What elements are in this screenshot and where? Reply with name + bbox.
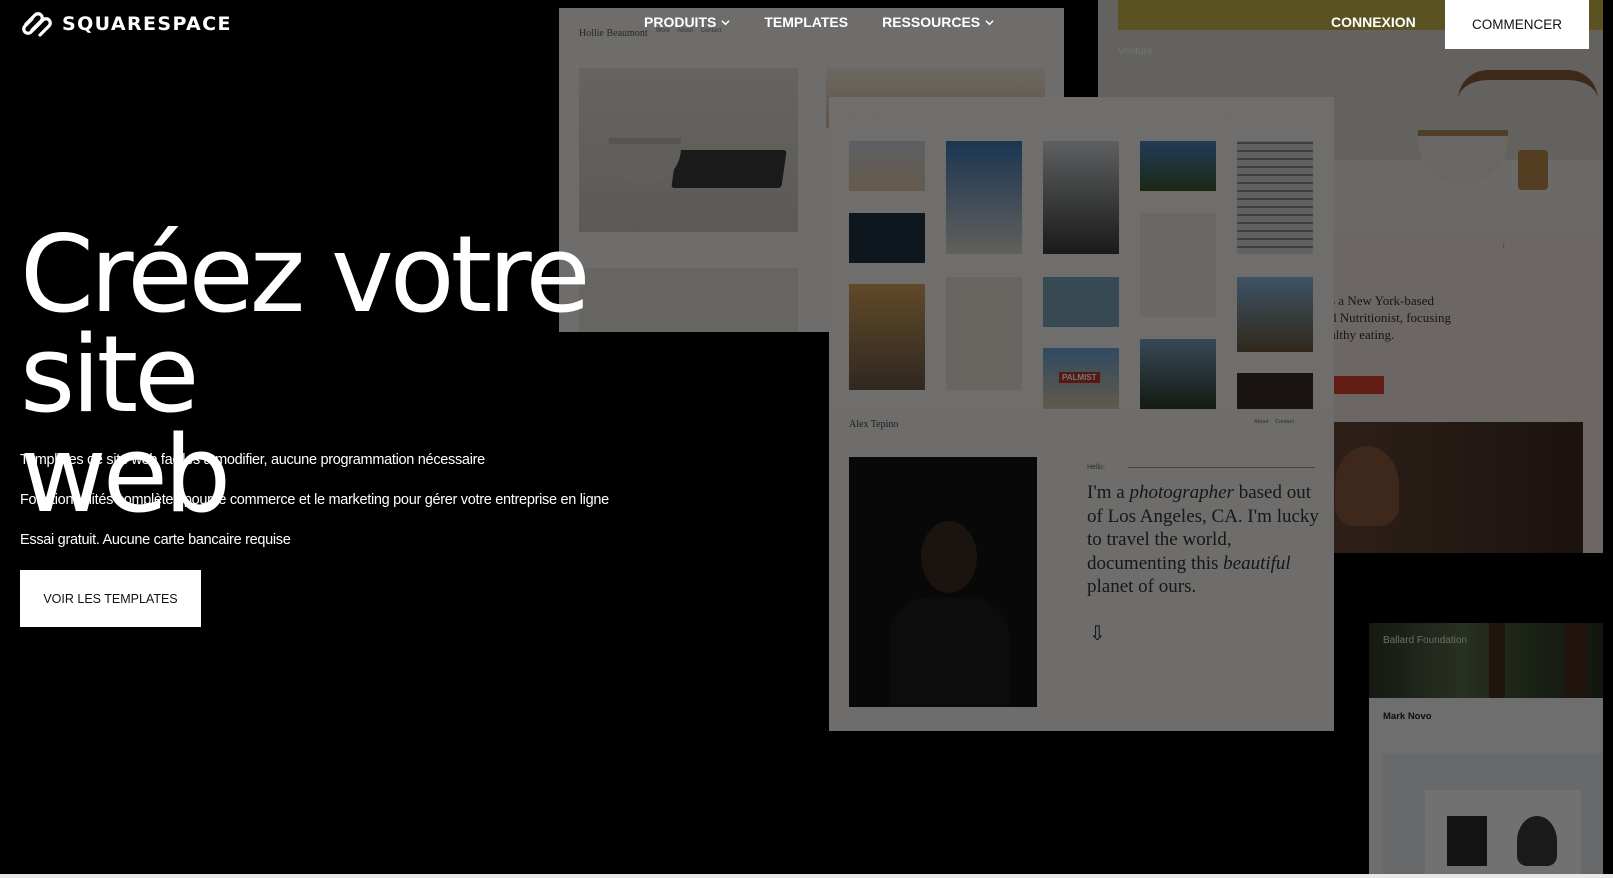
arrow-down-icon: ⇩ [1089, 623, 1106, 645]
portrait-photo [849, 457, 1037, 707]
bio-text: I'm a photographer based out of Los Ange… [1087, 481, 1322, 599]
photo-tile [1043, 277, 1119, 327]
bio-part: I'm a [1087, 482, 1130, 503]
cup-image [1518, 150, 1548, 190]
nav-label: TEMPLATES [764, 14, 849, 30]
nav-item-produits[interactable]: PRODUITS [644, 14, 730, 30]
portrait-body [889, 597, 1009, 707]
squarespace-logo[interactable]: SQUARESPACE [20, 10, 232, 38]
nutritionist-intro: s a New York-based d Nutritionist, focus… [1330, 292, 1451, 343]
chevron-down-icon [985, 19, 994, 25]
bio-emphasis: beautiful [1223, 552, 1291, 574]
main-nav: PRODUITS TEMPLATES RESSOURCES [644, 14, 994, 30]
template-nav: About Contact [1254, 419, 1294, 425]
photo-tile [1140, 339, 1216, 409]
tree-trunk [1565, 623, 1587, 698]
photo-tile [1140, 141, 1216, 191]
template-logo: · · · · · · · · [849, 113, 892, 119]
bio-part: planet of ours. [1087, 576, 1197, 597]
intro-line: s a New York-based [1330, 293, 1434, 308]
view-templates-button[interactable]: VOIR LES TEMPLATES [20, 570, 201, 627]
consultation-button [1330, 376, 1384, 394]
chair-image [1458, 70, 1598, 100]
photo-tile [849, 284, 925, 390]
hero-title-line: Créez votre site [20, 213, 591, 436]
photo-tile [1043, 141, 1119, 254]
template-name: Alex Tepino [849, 419, 899, 430]
feature-item: Essai gratuit. Aucune carte bancaire req… [20, 532, 291, 548]
squarespace-logo-icon [22, 12, 52, 37]
photo-tile: PALMIST [1043, 348, 1119, 409]
divider [1128, 467, 1315, 468]
nav-links: · · · ◦ ƒ ◦ [1470, 244, 1514, 250]
photo-tile [1237, 141, 1313, 254]
photo-tile [849, 213, 925, 263]
template-preview-ballard-foundation: Ballard Foundation Mark Novo [1369, 623, 1603, 878]
nav-item-templates[interactable]: TEMPLATES [764, 14, 848, 30]
template-preview-alex-tepino: Alex Tepino About Contact Hello, I'm a p… [829, 409, 1334, 731]
book-image [1447, 816, 1487, 866]
intro-line: althy eating. [1330, 327, 1395, 342]
brand-name: SQUARESPACE [62, 13, 232, 35]
photo-tile [1237, 373, 1313, 409]
bio-emphasis: photographer [1129, 482, 1234, 503]
bowl-shape [609, 138, 681, 184]
feature-list: Templates de site web faciles à modifier… [20, 452, 609, 572]
nav-label: RESSOURCES [882, 14, 981, 30]
template-preview-photo-grid: · · · · · · · · · · · ◦ PALMIST [829, 97, 1334, 409]
photo-tile [946, 277, 1022, 390]
photo-tile [1237, 277, 1313, 352]
nav-label: PRODUITS [644, 14, 717, 30]
page-bottom-edge [0, 874, 1613, 878]
login-link[interactable]: CONNEXION [1331, 14, 1416, 30]
portrait-person [1335, 446, 1399, 526]
template-name: Ballard Foundation [1383, 635, 1467, 646]
feature-item: Fonctionnalités complètes pour le commer… [20, 492, 609, 508]
get-started-button[interactable]: COMMENCER [1445, 0, 1589, 49]
plate-shape [671, 150, 787, 188]
bowl-image [579, 68, 798, 232]
chevron-down-icon [721, 19, 730, 25]
tree-trunk [1489, 623, 1505, 698]
photo-tile [849, 141, 925, 191]
photo-tile [946, 141, 1022, 254]
book-image [1517, 816, 1557, 866]
template-name: Ventura [1118, 46, 1153, 57]
feature-item: Templates de site web faciles à modifier… [20, 452, 485, 468]
template-nav: · · · ◦ [1179, 113, 1232, 119]
palmist-sign: PALMIST [1059, 372, 1100, 383]
person-name: Mark Novo [1383, 711, 1432, 722]
template-preview-nutritionist: · · · ◦ ƒ ◦ s a New York-based d Nutriti… [1300, 230, 1603, 553]
template-name: Hollie Beaumont [579, 28, 648, 39]
intro-line: d Nutritionist, focusing [1330, 310, 1451, 325]
portrait-head [921, 521, 977, 593]
photo-tile [1140, 213, 1216, 317]
nav-item-ressources[interactable]: RESSOURCES [882, 14, 994, 30]
greeting: Hello, [1087, 464, 1105, 471]
